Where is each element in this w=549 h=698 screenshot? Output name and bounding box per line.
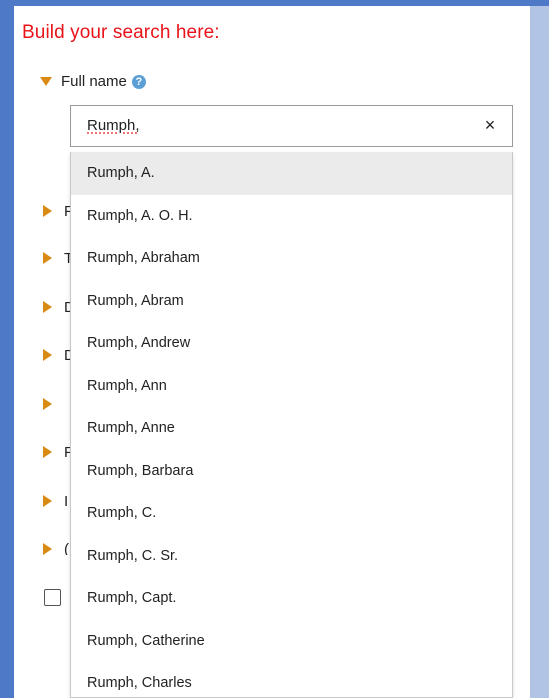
suggestion-item[interactable]: Rumph, Catherine [71, 620, 512, 663]
name-suggestions-dropdown: Rumph, A. Rumph, A. O. H. Rumph, Abraham… [70, 152, 513, 698]
caret-right-icon[interactable] [43, 349, 52, 361]
page-title: Build your search here: [22, 22, 220, 43]
suggestion-item[interactable]: Rumph, A. [71, 152, 512, 195]
suggestion-item[interactable]: Rumph, C. [71, 492, 512, 535]
frame-border-left [0, 0, 14, 698]
caret-right-icon[interactable] [43, 398, 52, 410]
help-icon[interactable]: ? [131, 74, 146, 89]
suggestion-item[interactable]: Rumph, Capt. [71, 577, 512, 620]
full-name-input-value: Rumph, [87, 117, 140, 134]
suggestion-item[interactable]: Rumph, Charles [71, 662, 512, 697]
full-name-toggle[interactable]: Full name ? [40, 73, 146, 90]
caret-right-icon[interactable] [43, 252, 52, 264]
caret-right-icon[interactable] [43, 205, 52, 217]
caret-down-icon [40, 77, 52, 86]
clear-icon[interactable]: × [482, 115, 498, 136]
suggestion-item[interactable]: Rumph, Anne [71, 407, 512, 450]
suggestion-item[interactable]: Rumph, Abram [71, 280, 512, 323]
full-name-label: Full name [61, 73, 127, 90]
full-name-input[interactable]: Rumph, × [70, 105, 513, 147]
caret-right-icon[interactable] [43, 495, 52, 507]
suggestion-item[interactable]: Rumph, Barbara [71, 450, 512, 493]
suggestion-item[interactable]: Rumph, C. Sr. [71, 535, 512, 578]
caret-right-icon[interactable] [43, 543, 52, 555]
caret-right-icon[interactable] [43, 446, 52, 458]
suggestion-item[interactable]: Rumph, Abraham [71, 237, 512, 280]
caret-right-icon[interactable] [43, 301, 52, 313]
suggestion-item[interactable]: Rumph, Andrew [71, 322, 512, 365]
frame-border-right [530, 6, 549, 698]
suggestion-item[interactable]: Rumph, Ann [71, 365, 512, 408]
option-checkbox[interactable] [44, 589, 61, 606]
suggestion-item[interactable]: Rumph, A. O. H. [71, 195, 512, 238]
